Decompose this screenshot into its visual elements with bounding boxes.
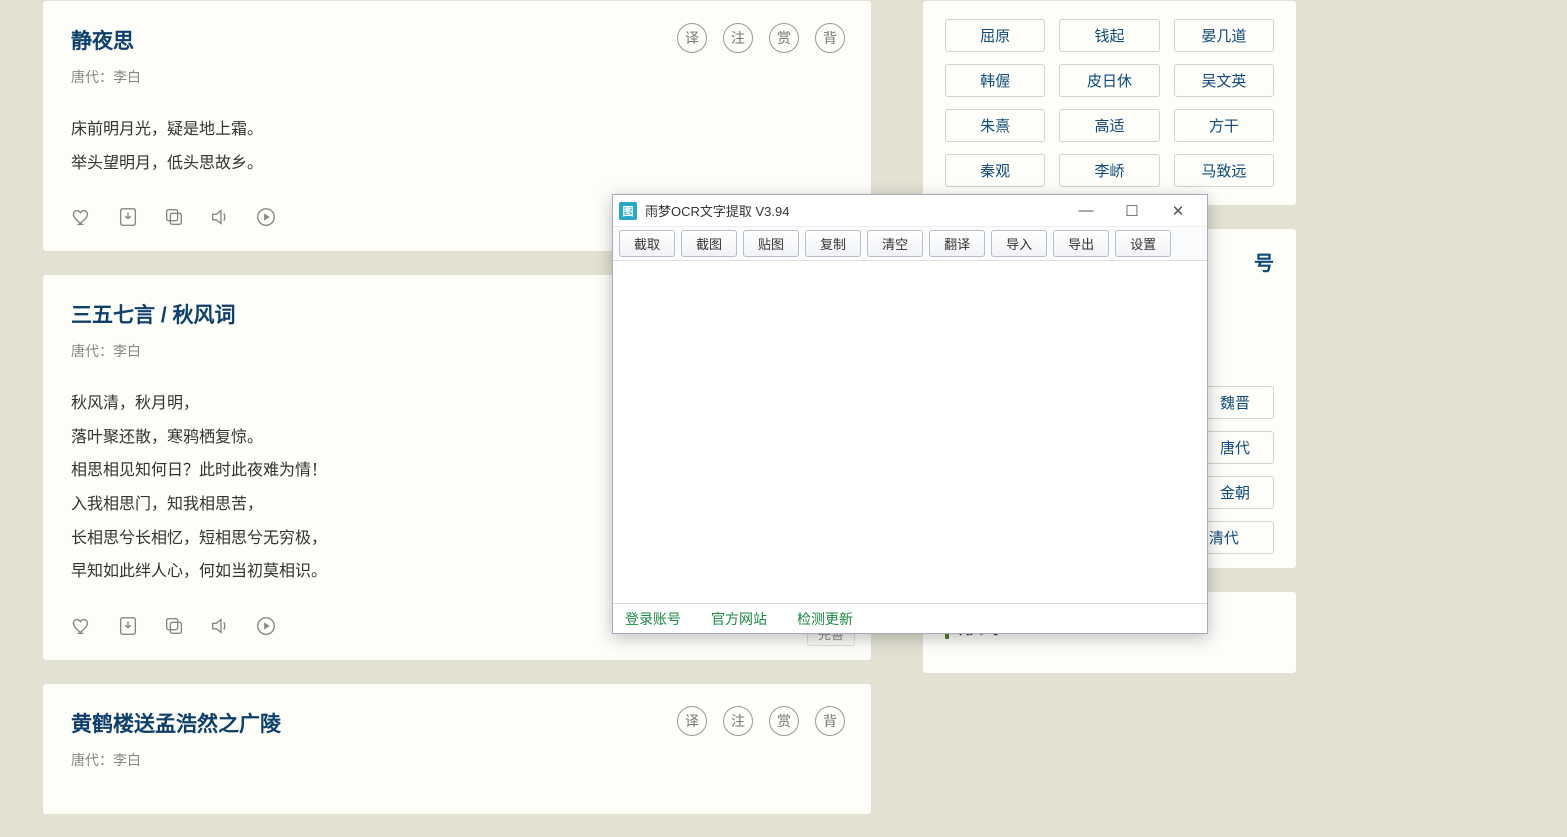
window-maximize-button[interactable]: ☐ [1109, 196, 1155, 226]
author-tag[interactable]: 朱熹 [945, 109, 1045, 142]
ocr-toolbar-btn-2[interactable]: 贴图 [743, 230, 799, 257]
ocr-toolbar-btn-4[interactable]: 清空 [867, 230, 923, 257]
author-tag[interactable]: 秦观 [945, 154, 1045, 187]
circle-btn-3[interactable]: 背 [815, 23, 845, 53]
sound-icon[interactable] [209, 615, 231, 642]
circle-btn-2[interactable]: 赏 [769, 23, 799, 53]
author-tag[interactable]: 晏几道 [1174, 19, 1274, 52]
poem-card: 黄鹤楼送孟浩然之广陵唐代：李白 译注赏背 [42, 683, 872, 815]
ocr-toolbar: 截取截图贴图复制清空翻译导入导出设置 [613, 227, 1207, 261]
poem-body: 床前明月光，疑是地上霜。举头望明月，低头思故乡。 [71, 113, 843, 180]
poem-author[interactable]: 李白 [113, 69, 141, 85]
ocr-titlebar[interactable]: 图 雨梦OCR文字提取 V3.94 — ☐ ✕ [613, 195, 1207, 227]
author-tag[interactable]: 吴文英 [1174, 64, 1274, 97]
download-icon[interactable] [117, 615, 139, 642]
poem-meta: 唐代：李白 [71, 67, 843, 87]
circle-btn-3[interactable]: 背 [815, 706, 845, 736]
circle-btn-0[interactable]: 译 [677, 706, 707, 736]
ocr-toolbar-btn-7[interactable]: 导出 [1053, 230, 1109, 257]
play-icon[interactable] [255, 615, 277, 642]
ocr-toolbar-btn-6[interactable]: 导入 [991, 230, 1047, 257]
like-icon[interactable] [71, 615, 93, 642]
circle-btn-0[interactable]: 译 [677, 23, 707, 53]
poem-author[interactable]: 李白 [113, 343, 141, 359]
author-tag[interactable]: 韩偓 [945, 64, 1045, 97]
sound-icon[interactable] [209, 206, 231, 233]
author-tag[interactable]: 屈原 [945, 19, 1045, 52]
poem-title-link[interactable]: 三五七言 / 秋风词 [71, 304, 236, 327]
author-tag[interactable]: 钱起 [1059, 19, 1159, 52]
ocr-toolbar-btn-8[interactable]: 设置 [1115, 230, 1171, 257]
poem-line: 床前明月光，疑是地上霜。 [71, 113, 843, 147]
poem-dynasty: 唐代： [71, 69, 113, 85]
ocr-text-area[interactable] [613, 261, 1207, 603]
poem-author[interactable]: 李白 [113, 752, 141, 768]
author-tag[interactable]: 皮日休 [1059, 64, 1159, 97]
ocr-toolbar-btn-5[interactable]: 翻译 [929, 230, 985, 257]
ocr-toolbar-btn-1[interactable]: 截图 [681, 230, 737, 257]
ocr-toolbar-btn-3[interactable]: 复制 [805, 230, 861, 257]
poem-title-link[interactable]: 静夜思 [71, 30, 134, 53]
sidebar-authors-card: 屈原钱起晏几道韩偓皮日休吴文英朱熹高适方干秦观李峤马致远 [922, 0, 1297, 206]
ocr-status-link-2[interactable]: 检测更新 [797, 609, 853, 629]
author-tag[interactable]: 李峤 [1059, 154, 1159, 187]
author-tag[interactable]: 高适 [1059, 109, 1159, 142]
window-close-button[interactable]: ✕ [1155, 196, 1201, 226]
author-tag[interactable]: 方干 [1174, 109, 1274, 142]
poem-meta: 唐代：李白 [71, 750, 843, 770]
ocr-statusbar: 登录账号 官方网站 检测更新 [613, 603, 1207, 633]
copy-icon[interactable] [163, 206, 185, 233]
circle-btn-1[interactable]: 注 [723, 23, 753, 53]
ocr-logo-icon: 图 [619, 202, 637, 220]
download-icon[interactable] [117, 206, 139, 233]
window-minimize-button[interactable]: — [1063, 196, 1109, 226]
copy-icon[interactable] [163, 615, 185, 642]
poem-dynasty: 唐代： [71, 343, 113, 359]
play-icon[interactable] [255, 206, 277, 233]
circle-btn-2[interactable]: 赏 [769, 706, 799, 736]
author-tag[interactable]: 马致远 [1174, 154, 1274, 187]
ocr-window-title: 雨梦OCR文字提取 V3.94 [645, 201, 1063, 220]
ocr-window: 图 雨梦OCR文字提取 V3.94 — ☐ ✕ 截取截图贴图复制清空翻译导入导出… [612, 194, 1208, 634]
ocr-toolbar-btn-0[interactable]: 截取 [619, 230, 675, 257]
poem-dynasty: 唐代： [71, 752, 113, 768]
ocr-status-link-1[interactable]: 官方网站 [711, 609, 767, 629]
poem-line: 举头望明月，低头思故乡。 [71, 147, 843, 181]
poem-title-link[interactable]: 黄鹤楼送孟浩然之广陵 [71, 713, 281, 736]
circle-btn-1[interactable]: 注 [723, 706, 753, 736]
like-icon[interactable] [71, 206, 93, 233]
ocr-status-link-0[interactable]: 登录账号 [625, 609, 681, 629]
